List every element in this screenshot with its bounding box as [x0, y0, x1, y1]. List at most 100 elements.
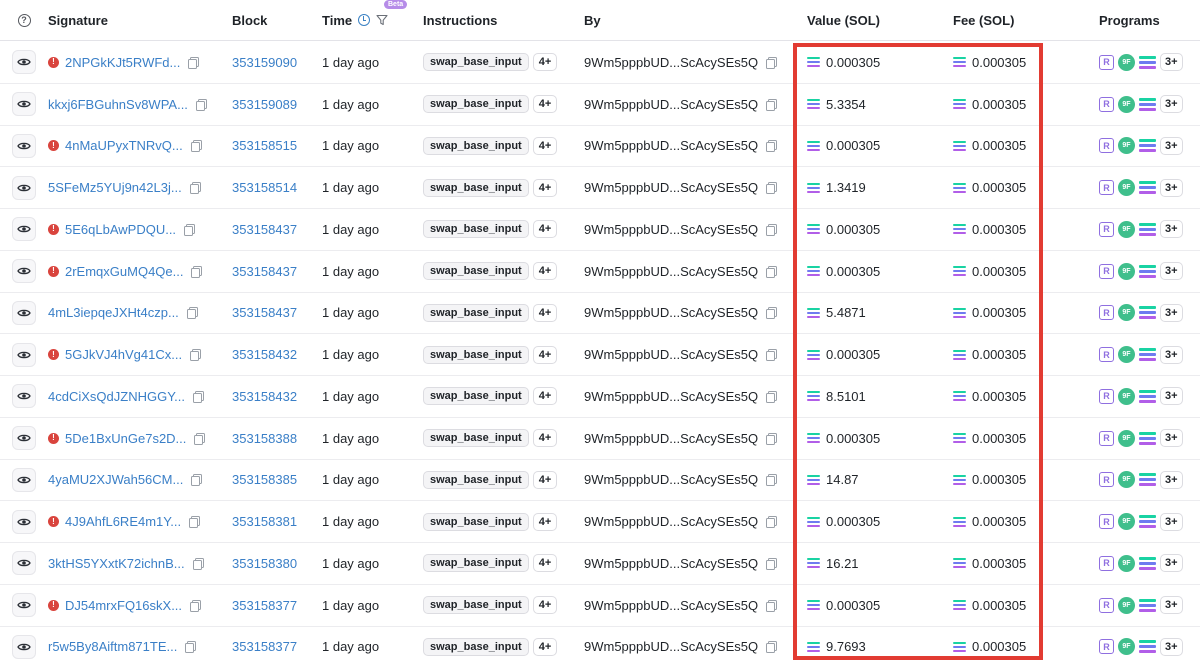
raydium-icon[interactable]: R [1099, 180, 1114, 196]
more-programs-tag[interactable]: 3+ [1160, 387, 1183, 406]
block-link[interactable]: 353159089 [232, 97, 297, 112]
signer-address-link[interactable]: 9Wm5pppbUD...ScAcySEs5Q [584, 472, 758, 487]
table-row[interactable]: r5w5By8Aiftm871TE... 353158377 1 day ago sw… [0, 627, 1200, 667]
more-programs-tag[interactable]: 3+ [1160, 512, 1183, 531]
solana-program-icon[interactable] [1139, 139, 1156, 153]
view-details-button[interactable] [12, 50, 36, 75]
table-row[interactable]: ! 5E6qLbAwPDQU... 353158437 1 day ago swap_b… [0, 209, 1200, 251]
view-details-button[interactable] [12, 342, 36, 367]
more-instructions-tag[interactable]: 4+ [532, 136, 558, 155]
raydium-icon[interactable]: R [1099, 263, 1114, 279]
block-link[interactable]: 353158437 [232, 305, 297, 320]
copy-icon[interactable] [766, 432, 778, 445]
more-programs-tag[interactable]: 3+ [1160, 470, 1183, 489]
solana-program-icon[interactable] [1139, 222, 1156, 236]
more-instructions-tag[interactable]: 4+ [532, 220, 558, 239]
copy-icon[interactable] [766, 223, 778, 236]
more-instructions-tag[interactable]: 4+ [532, 303, 558, 322]
raydium-icon[interactable]: R [1099, 472, 1114, 488]
instruction-tag[interactable]: swap_base_input [423, 429, 529, 448]
instruction-tag[interactable]: swap_base_input [423, 345, 529, 364]
copy-icon[interactable] [191, 474, 203, 487]
copy-icon[interactable] [189, 182, 201, 195]
solana-program-icon[interactable] [1139, 55, 1156, 69]
filter-icon[interactable] [376, 14, 388, 26]
signature-link[interactable]: 4mL3iepqeJXHt4czp... [48, 305, 179, 320]
instruction-tag[interactable]: swap_base_input [423, 637, 529, 656]
instruction-tag[interactable]: swap_base_input [423, 178, 529, 197]
table-row[interactable]: ! 5GJkVJ4hVg41Cx... 353158432 1 day ago swap… [0, 334, 1200, 376]
block-header[interactable]: Block [232, 0, 267, 40]
view-details-button[interactable] [12, 467, 36, 492]
signature-header[interactable]: Signature [48, 0, 108, 40]
block-link[interactable]: 353158437 [232, 222, 297, 237]
table-row[interactable]: 4yaMU2XJWah56CM... 353158385 1 day ago swap… [0, 460, 1200, 502]
solana-program-icon[interactable] [1139, 389, 1156, 403]
view-details-button[interactable] [12, 551, 36, 576]
signature-link[interactable]: r5w5By8Aiftm871TE... [48, 639, 177, 654]
more-instructions-tag[interactable]: 4+ [532, 470, 558, 489]
instruction-tag[interactable]: swap_base_input [423, 387, 529, 406]
solana-program-icon[interactable] [1139, 264, 1156, 278]
9f-icon[interactable]: 9F [1118, 220, 1135, 238]
block-link[interactable]: 353158377 [232, 598, 297, 613]
signer-address-link[interactable]: 9Wm5pppbUD...ScAcySEs5Q [584, 264, 758, 279]
9f-icon[interactable]: 9F [1118, 429, 1135, 447]
solana-program-icon[interactable] [1139, 473, 1156, 487]
copy-icon[interactable] [766, 56, 778, 69]
raydium-icon[interactable]: R [1099, 514, 1114, 530]
block-link[interactable]: 353158432 [232, 347, 297, 362]
table-row[interactable]: 4mL3iepqeJXHt4czp... 353158437 1 day ago sw… [0, 293, 1200, 335]
table-row[interactable]: ! 4nMaUPyxTNRvQ... 353158515 1 day ago swap_… [0, 126, 1200, 168]
more-instructions-tag[interactable]: 4+ [532, 429, 558, 448]
raydium-icon[interactable]: R [1099, 555, 1114, 571]
copy-icon[interactable] [194, 432, 206, 445]
signature-link[interactable]: 5GJkVJ4hVg41Cx... [65, 347, 182, 362]
copy-icon[interactable] [186, 307, 198, 320]
block-link[interactable]: 353159090 [232, 55, 297, 70]
more-instructions-tag[interactable]: 4+ [532, 53, 558, 72]
table-row[interactable]: 4cdCiXsQdJZNHGGY... 353158432 1 day ago swa… [0, 376, 1200, 418]
signature-link[interactable]: 4J9AhfL6RE4m1Y... [65, 514, 181, 529]
signer-address-link[interactable]: 9Wm5pppbUD...ScAcySEs5Q [584, 514, 758, 529]
view-details-button[interactable] [12, 217, 36, 242]
more-programs-tag[interactable]: 3+ [1160, 554, 1183, 573]
9f-icon[interactable]: 9F [1118, 387, 1135, 405]
raydium-icon[interactable]: R [1099, 639, 1114, 655]
table-row[interactable]: 5SFeMz5YUj9n42L3j... 353158514 1 day ago sw… [0, 167, 1200, 209]
signer-address-link[interactable]: 9Wm5pppbUD...ScAcySEs5Q [584, 431, 758, 446]
view-details-button[interactable] [12, 384, 36, 409]
solana-program-icon[interactable] [1139, 431, 1156, 445]
solana-program-icon[interactable] [1139, 97, 1156, 111]
more-instructions-tag[interactable]: 4+ [532, 345, 558, 364]
more-instructions-tag[interactable]: 4+ [532, 262, 558, 281]
table-row[interactable]: ! 5De1BxUnGe7s2D... 353158388 1 day ago swap… [0, 418, 1200, 460]
instruction-tag[interactable]: swap_base_input [423, 95, 529, 114]
signature-link[interactable]: 2rEmqxGuMQ4Qe... [65, 264, 183, 279]
more-programs-tag[interactable]: 3+ [1160, 95, 1183, 114]
more-programs-tag[interactable]: 3+ [1160, 53, 1183, 72]
signature-link[interactable]: 5SFeMz5YUj9n42L3j... [48, 180, 182, 195]
copy-icon[interactable] [766, 557, 778, 570]
more-programs-tag[interactable]: 3+ [1160, 262, 1183, 281]
clock-icon[interactable] [358, 14, 371, 26]
solana-program-icon[interactable] [1139, 515, 1156, 529]
signature-link[interactable]: 2NPGkKJt5RWFd... [65, 55, 180, 70]
block-link[interactable]: 353158388 [232, 431, 297, 446]
copy-icon[interactable] [184, 223, 196, 236]
block-link[interactable]: 353158385 [232, 472, 297, 487]
copy-icon[interactable] [766, 516, 778, 529]
9f-icon[interactable]: 9F [1118, 638, 1135, 656]
signature-link[interactable]: 4nMaUPyxTNRvQ... [65, 138, 183, 153]
signer-address-link[interactable]: 9Wm5pppbUD...ScAcySEs5Q [584, 138, 758, 153]
block-link[interactable]: 353158377 [232, 639, 297, 654]
more-instructions-tag[interactable]: 4+ [532, 512, 558, 531]
solana-program-icon[interactable] [1139, 556, 1156, 570]
solana-program-icon[interactable] [1139, 640, 1156, 654]
signature-link[interactable]: DJ54mrxFQ16skX... [65, 598, 182, 613]
signer-address-link[interactable]: 9Wm5pppbUD...ScAcySEs5Q [584, 55, 758, 70]
raydium-icon[interactable]: R [1099, 54, 1114, 70]
copy-icon[interactable] [190, 349, 202, 362]
copy-icon[interactable] [190, 599, 202, 612]
more-programs-tag[interactable]: 3+ [1160, 303, 1183, 322]
